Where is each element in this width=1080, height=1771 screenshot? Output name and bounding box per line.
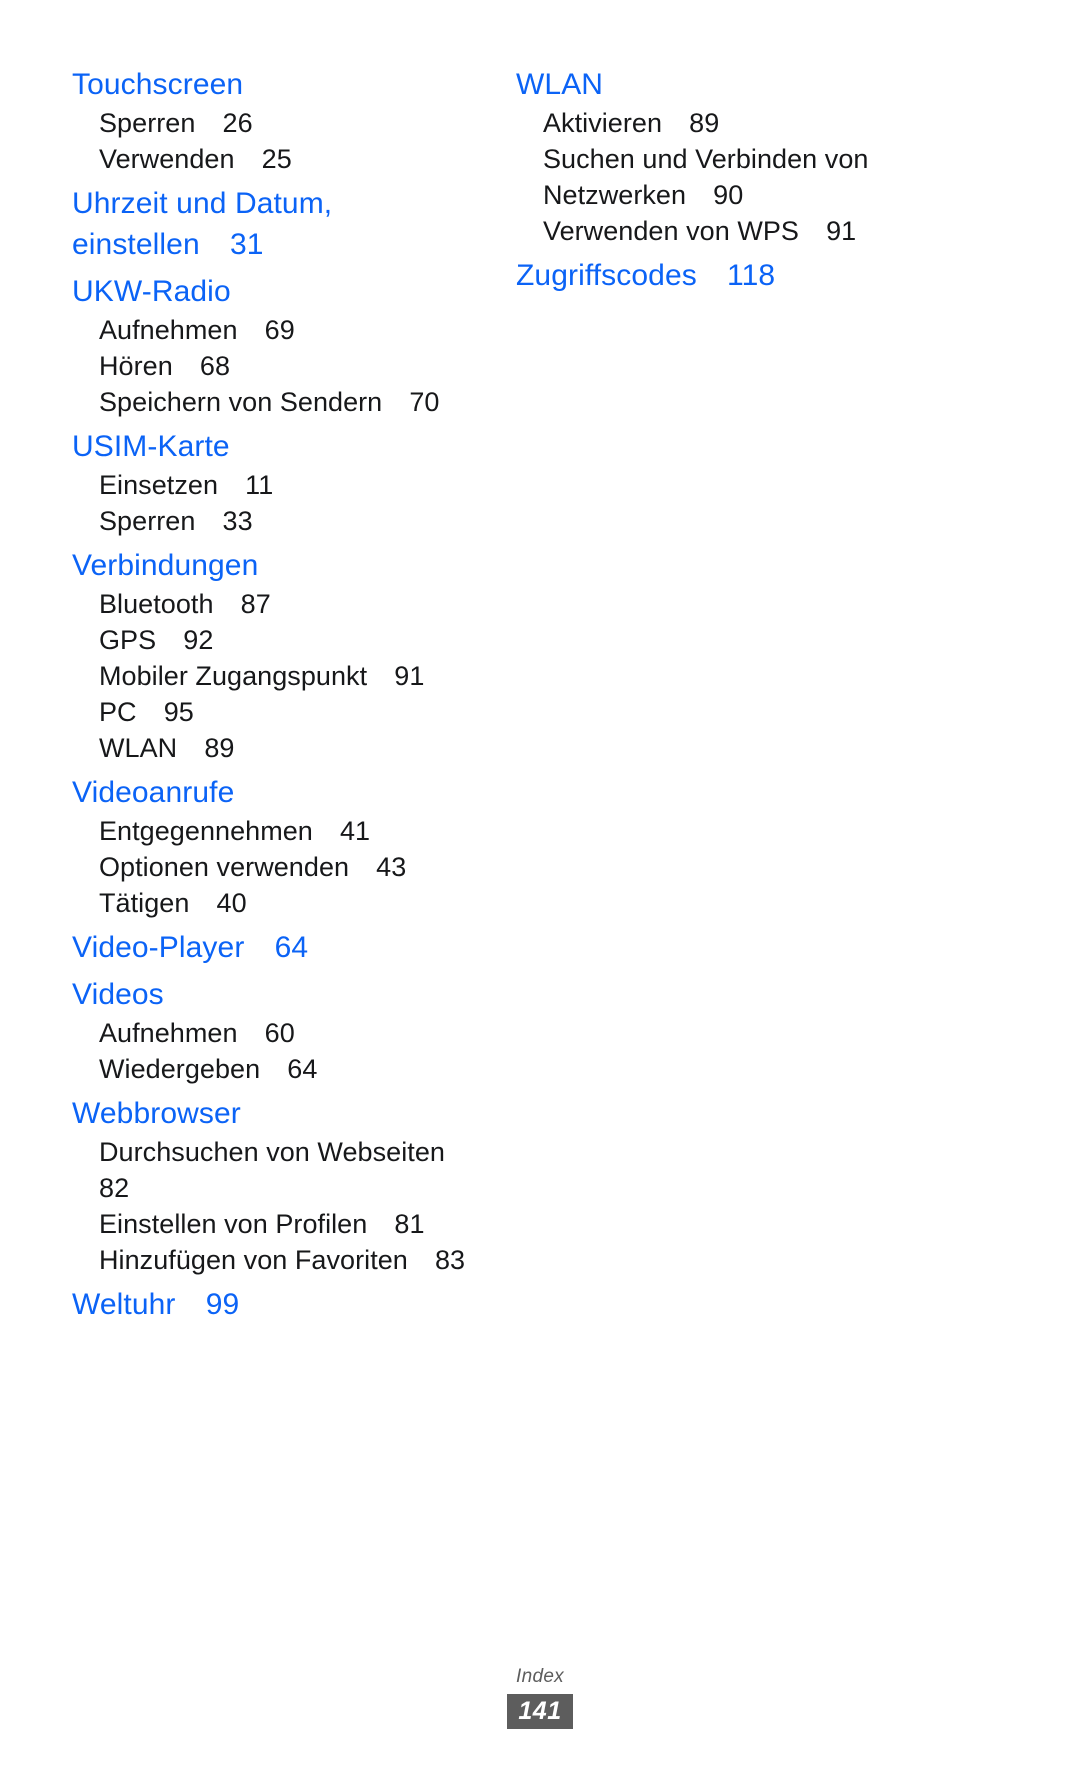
index-group-heading[interactable]: Videos [72, 974, 492, 1015]
index-entry[interactable]: Einstellen von Profilen 81 [72, 1206, 492, 1242]
index-group-heading[interactable]: Webbrowser [72, 1093, 492, 1134]
index-entry-page-number: 25 [234, 144, 292, 174]
index-entry-page-number: 41 [312, 816, 371, 846]
index-group-heading[interactable]: Weltuhr 99 [72, 1284, 492, 1325]
index-entry[interactable]: WLAN 89 [72, 730, 492, 766]
index-group-heading[interactable]: Videoanrufe [72, 772, 492, 813]
index-heading-page-number: 118 [696, 259, 776, 292]
footer-section-label: Index [516, 1666, 564, 1687]
index-entry-page-number: 11 [218, 470, 274, 500]
index-entry-page-number: 40 [189, 888, 247, 918]
index-entry[interactable]: Aufnehmen 69 [72, 312, 492, 348]
index-entry[interactable]: Verwenden von WPS 91 [516, 213, 936, 249]
index-entry-page-number: 43 [349, 852, 407, 882]
index-entry[interactable]: Optionen verwenden 43 [72, 849, 492, 885]
index-entry[interactable]: Durchsuchen von Webseiten 82 [72, 1134, 492, 1206]
index-columns: Touchscreen Sperren 26 Verwenden 25 Uhrzeit… [72, 64, 1008, 1331]
index-entry-page-number: 26 [195, 108, 253, 138]
index-entry-page-number: 60 [237, 1018, 295, 1048]
index-entry[interactable]: Verwenden 25 [72, 141, 492, 177]
index-entry-page-number: 64 [260, 1054, 318, 1084]
index-entry[interactable]: Sperren 26 [72, 105, 492, 141]
index-group: Webbrowser Durchsuchen von Webseiten 82 Ei… [72, 1093, 492, 1278]
index-entry[interactable]: Tätigen 40 [72, 885, 492, 921]
index-entry[interactable]: Entgegennehmen 41 [72, 813, 492, 849]
index-entry-page-number: 95 [136, 697, 194, 727]
index-entry-page-number: 91 [799, 216, 857, 246]
index-entry[interactable]: GPS 92 [72, 622, 492, 658]
index-entry-page-number: 92 [156, 625, 214, 655]
index-column-left: Touchscreen Sperren 26 Verwenden 25 Uhrzeit… [72, 64, 492, 1331]
index-group-heading[interactable]: Video-Player 64 [72, 927, 492, 968]
index-entry[interactable]: Speichern von Sendern 70 [72, 384, 492, 420]
index-heading-page-number: 99 [175, 1288, 240, 1321]
index-group: USIM-Karte Einsetzen 11 Sperren 33 [72, 426, 492, 539]
index-group-heading[interactable]: Uhrzeit und Datum, einstellen 31 [72, 183, 492, 265]
index-entry-page-number: 91 [367, 661, 425, 691]
index-entry-page-number: 82 [99, 1137, 473, 1203]
index-group: Weltuhr 99 [72, 1284, 492, 1325]
index-entry-page-number: 68 [172, 351, 231, 381]
index-heading-page-number: 31 [199, 228, 264, 261]
index-entry-page-number: 69 [237, 315, 295, 345]
index-group: Touchscreen Sperren 26 Verwenden 25 [72, 64, 492, 177]
index-group: Videos Aufnehmen 60 Wiedergeben 64 [72, 974, 492, 1087]
footer-page-number: 141 [507, 1694, 573, 1729]
index-group-heading[interactable]: USIM-Karte [72, 426, 492, 467]
index-entry[interactable]: Mobiler Zugangspunkt 91 [72, 658, 492, 694]
index-group-heading[interactable]: Touchscreen [72, 64, 492, 105]
index-entry[interactable]: Sperren 33 [72, 503, 492, 539]
index-group: Video-Player 64 [72, 927, 492, 968]
index-group-heading[interactable]: WLAN [516, 64, 936, 105]
index-group-heading[interactable]: UKW-Radio [72, 271, 492, 312]
index-entry-page-number: 89 [662, 108, 720, 138]
index-group: Zugriffscodes 118 [516, 255, 936, 296]
index-heading-page-number: 64 [244, 931, 309, 964]
index-group: UKW-Radio Aufnehmen 69 Hören 68 Speichern v… [72, 271, 492, 420]
index-group: Uhrzeit und Datum, einstellen 31 [72, 183, 492, 265]
index-entry-page-number: 33 [195, 506, 253, 536]
index-column-right: WLAN Aktivieren 89 Suchen und Verbinden vo… [516, 64, 936, 302]
index-entry-page-number: 83 [407, 1245, 466, 1275]
index-entry[interactable]: Suchen und Verbinden von Netzwerken 90 [516, 141, 936, 213]
index-entry[interactable]: Hinzufügen von Favoriten 83 [72, 1242, 492, 1278]
index-entry-page-number: 70 [382, 387, 440, 417]
index-entry[interactable]: Einsetzen 11 [72, 467, 492, 503]
index-entry-page-number: 90 [686, 180, 744, 210]
index-entry[interactable]: Wiedergeben 64 [72, 1051, 492, 1087]
index-entry-page-number: 89 [177, 733, 235, 763]
index-entry[interactable]: Aktivieren 89 [516, 105, 936, 141]
index-group: WLAN Aktivieren 89 Suchen und Verbinden vo… [516, 64, 936, 249]
index-group-heading[interactable]: Verbindungen [72, 545, 492, 586]
index-entry[interactable]: Aufnehmen 60 [72, 1015, 492, 1051]
index-group-heading[interactable]: Zugriffscodes 118 [516, 255, 936, 296]
index-entry[interactable]: Bluetooth 87 [72, 586, 492, 622]
index-entry[interactable]: Hören 68 [72, 348, 492, 384]
index-entry-page-number: 81 [367, 1209, 425, 1239]
page-footer: Index 141 [0, 1665, 1080, 1729]
index-group: Verbindungen Bluetooth 87 GPS 92 Mobiler Zu… [72, 545, 492, 766]
index-group: Videoanrufe Entgegennehmen 41 Optionen ver… [72, 772, 492, 921]
index-entry-page-number: 87 [213, 589, 271, 619]
index-entry[interactable]: PC 95 [72, 694, 492, 730]
index-page: Touchscreen Sperren 26 Verwenden 25 Uhrzeit… [0, 0, 1080, 1771]
